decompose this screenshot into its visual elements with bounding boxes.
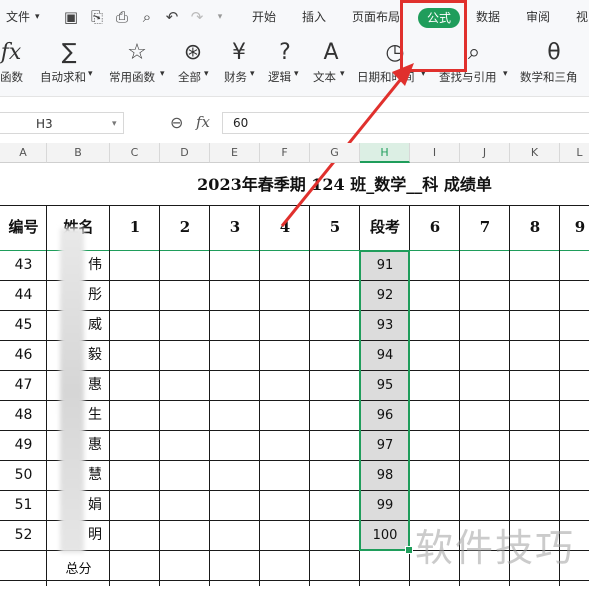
column-header-a[interactable]: A	[0, 143, 47, 163]
column-header-i[interactable]: I	[410, 143, 460, 163]
column-header-h[interactable]: H	[360, 143, 410, 163]
watermark: 软件技巧	[415, 526, 576, 570]
column-header-k[interactable]: K	[510, 143, 560, 163]
column-header-e[interactable]: E	[210, 143, 260, 163]
column-header-c[interactable]: C	[110, 143, 160, 163]
column-header-j[interactable]: J	[460, 143, 510, 163]
column-header-f[interactable]: F	[260, 143, 310, 163]
column-header-d[interactable]: D	[160, 143, 210, 163]
annotation-arrow	[280, 63, 414, 227]
column-header-l[interactable]: L	[560, 143, 589, 163]
column-header-b[interactable]: B	[47, 143, 110, 163]
column-header-g[interactable]: G	[310, 143, 360, 163]
